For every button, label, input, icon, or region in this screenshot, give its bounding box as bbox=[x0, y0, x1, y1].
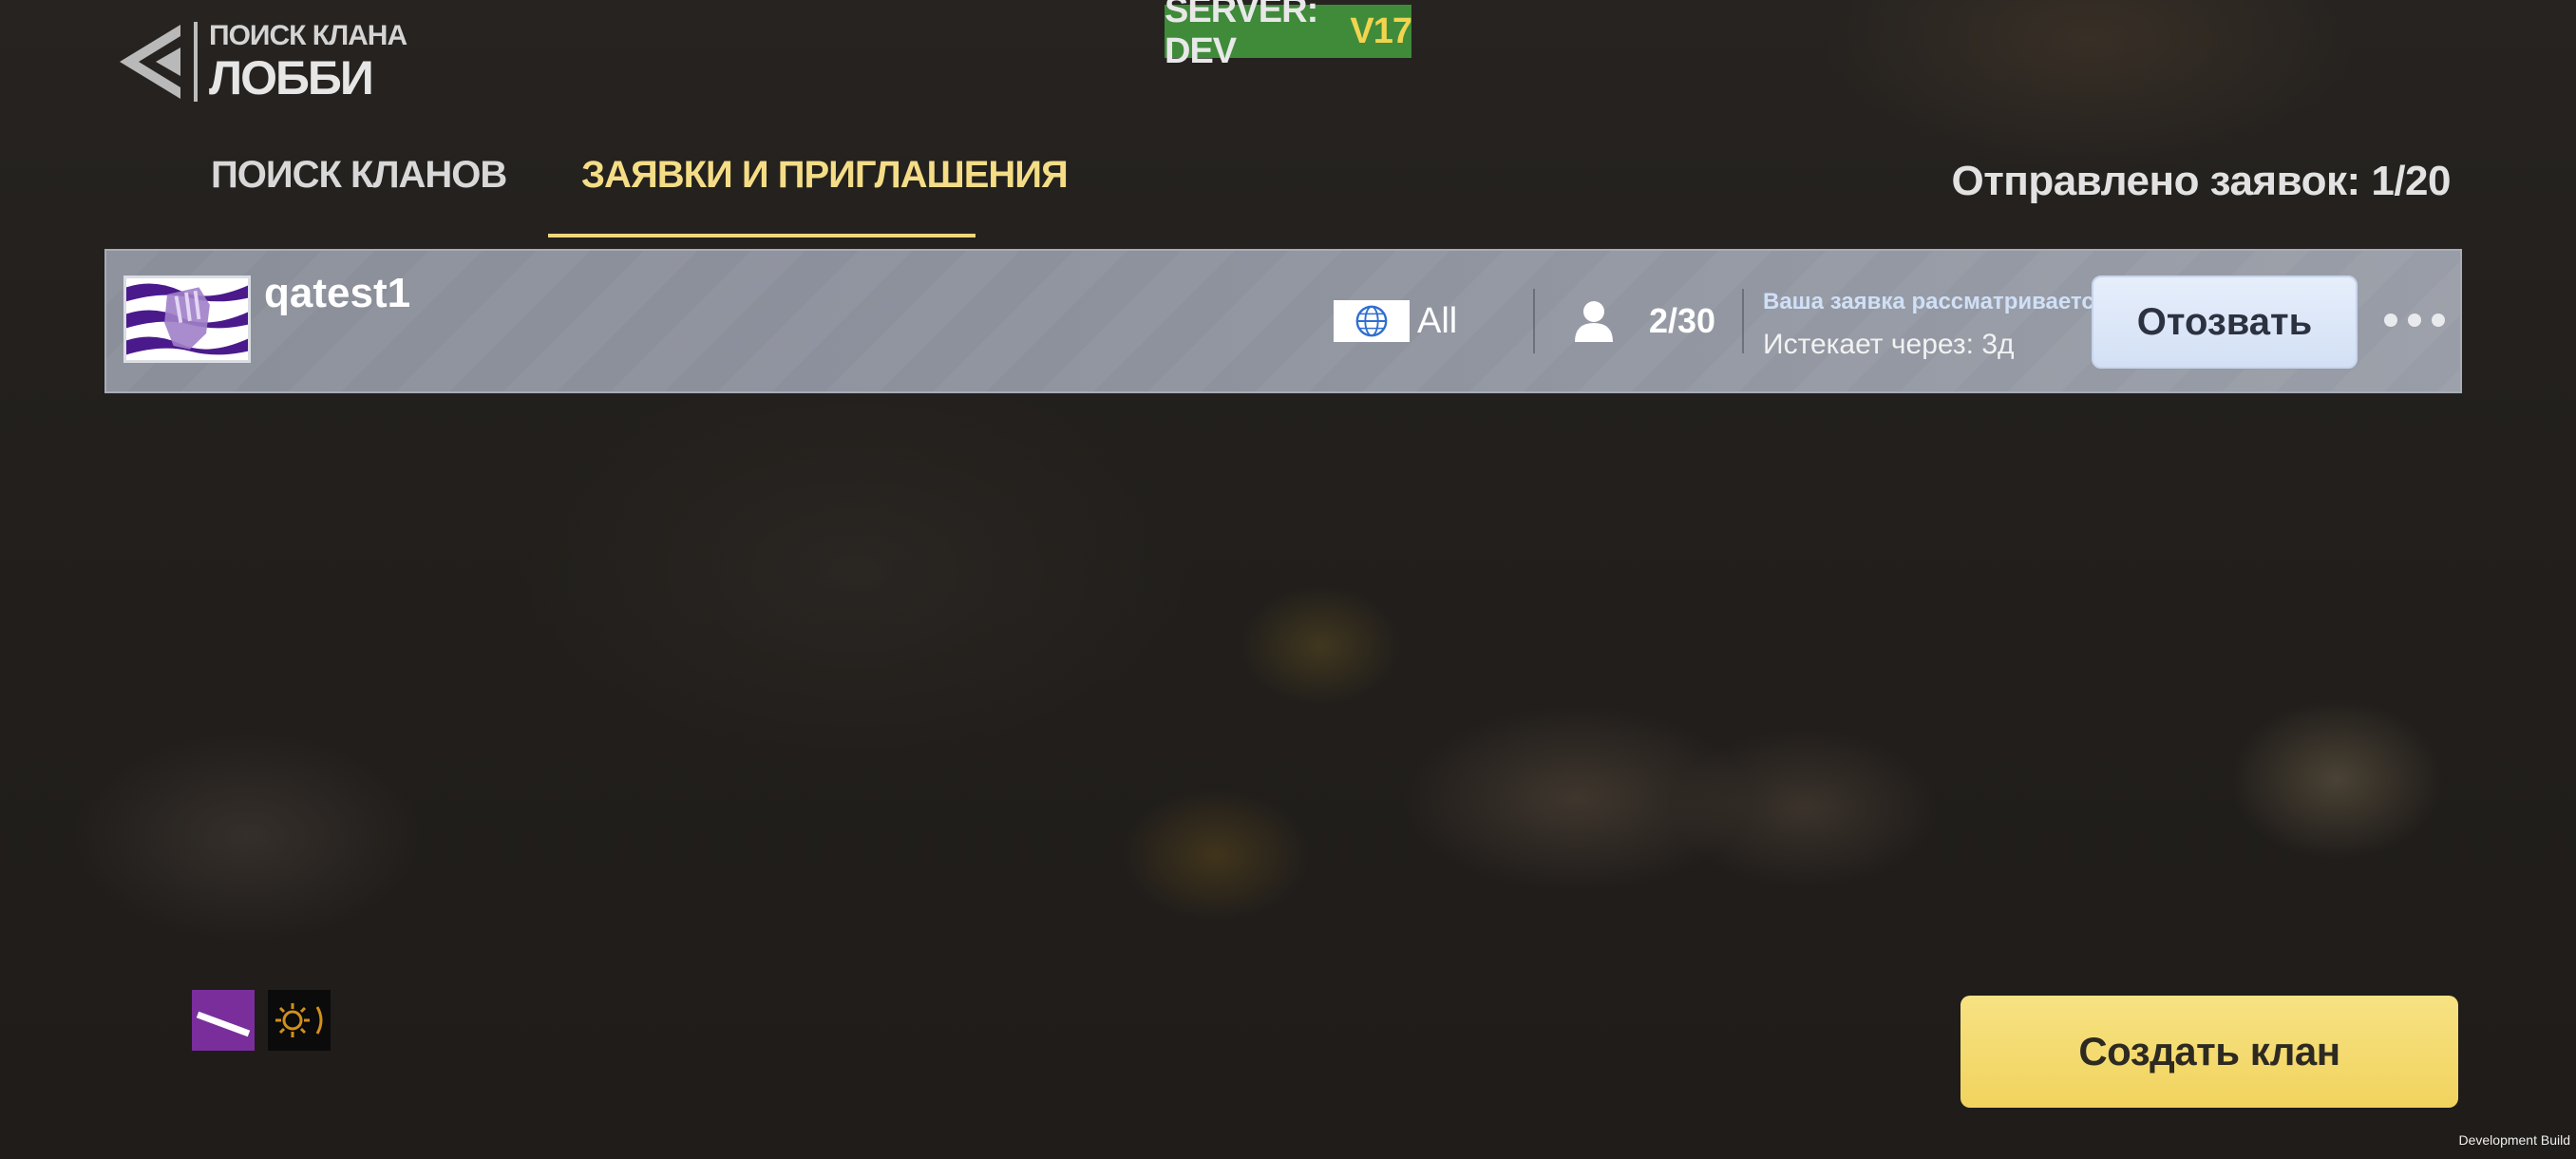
expires-text: Истекает через: 3д bbox=[1763, 329, 2015, 360]
server-badge: SERVER: DEV V17 bbox=[1165, 0, 1412, 71]
tab-clan-search[interactable]: ПОИСК КЛАНОВ bbox=[211, 154, 507, 197]
sent-requests-count: Отправлено заявок: 1/20 bbox=[1951, 158, 2451, 204]
globe-icon bbox=[1334, 300, 1410, 342]
back-divider bbox=[194, 22, 198, 102]
settings-gear-icon[interactable] bbox=[268, 990, 331, 1051]
create-clan-button[interactable]: Создать клан bbox=[1960, 996, 2458, 1108]
clan-region: All bbox=[1334, 300, 1457, 342]
back-arrow-icon[interactable] bbox=[112, 19, 188, 104]
region-label: All bbox=[1417, 300, 1458, 341]
dev-build-label: Development Build bbox=[2458, 1132, 2570, 1148]
members-count: 2/30 bbox=[1649, 301, 1716, 340]
server-label: SERVER: DEV bbox=[1165, 0, 1318, 71]
page-title: ЛОББИ bbox=[209, 51, 374, 104]
members-info: 2/30 bbox=[1573, 298, 1715, 344]
more-dots-icon[interactable] bbox=[2384, 306, 2445, 334]
server-version: V17 bbox=[1350, 10, 1412, 51]
status-text: Ваша заявка рассматривается bbox=[1763, 289, 2108, 314]
request-status: Ваша заявка рассматривается Истекает чер… bbox=[1763, 289, 2108, 361]
active-tab-underline bbox=[548, 234, 975, 238]
back-navigation[interactable]: ПОИСК КЛАНА ЛОББИ bbox=[112, 19, 407, 104]
breadcrumb-subtitle: ПОИСК КЛАНА bbox=[209, 20, 407, 51]
clan-request-row[interactable]: qatest1 All 2/30 Ваша заявка рассматрива… bbox=[104, 249, 2462, 393]
clan-name: qatest1 bbox=[264, 270, 411, 316]
person-icon bbox=[1575, 301, 1613, 342]
divider bbox=[1742, 289, 1744, 353]
clan-emblem bbox=[123, 276, 251, 363]
withdraw-button[interactable]: Отозвать bbox=[2092, 276, 2358, 369]
divider bbox=[1533, 289, 1535, 353]
tab-requests-invitations[interactable]: ЗАЯВКИ И ПРИГЛАШЕНИЯ bbox=[581, 154, 1069, 197]
debug-icon[interactable] bbox=[192, 990, 255, 1051]
